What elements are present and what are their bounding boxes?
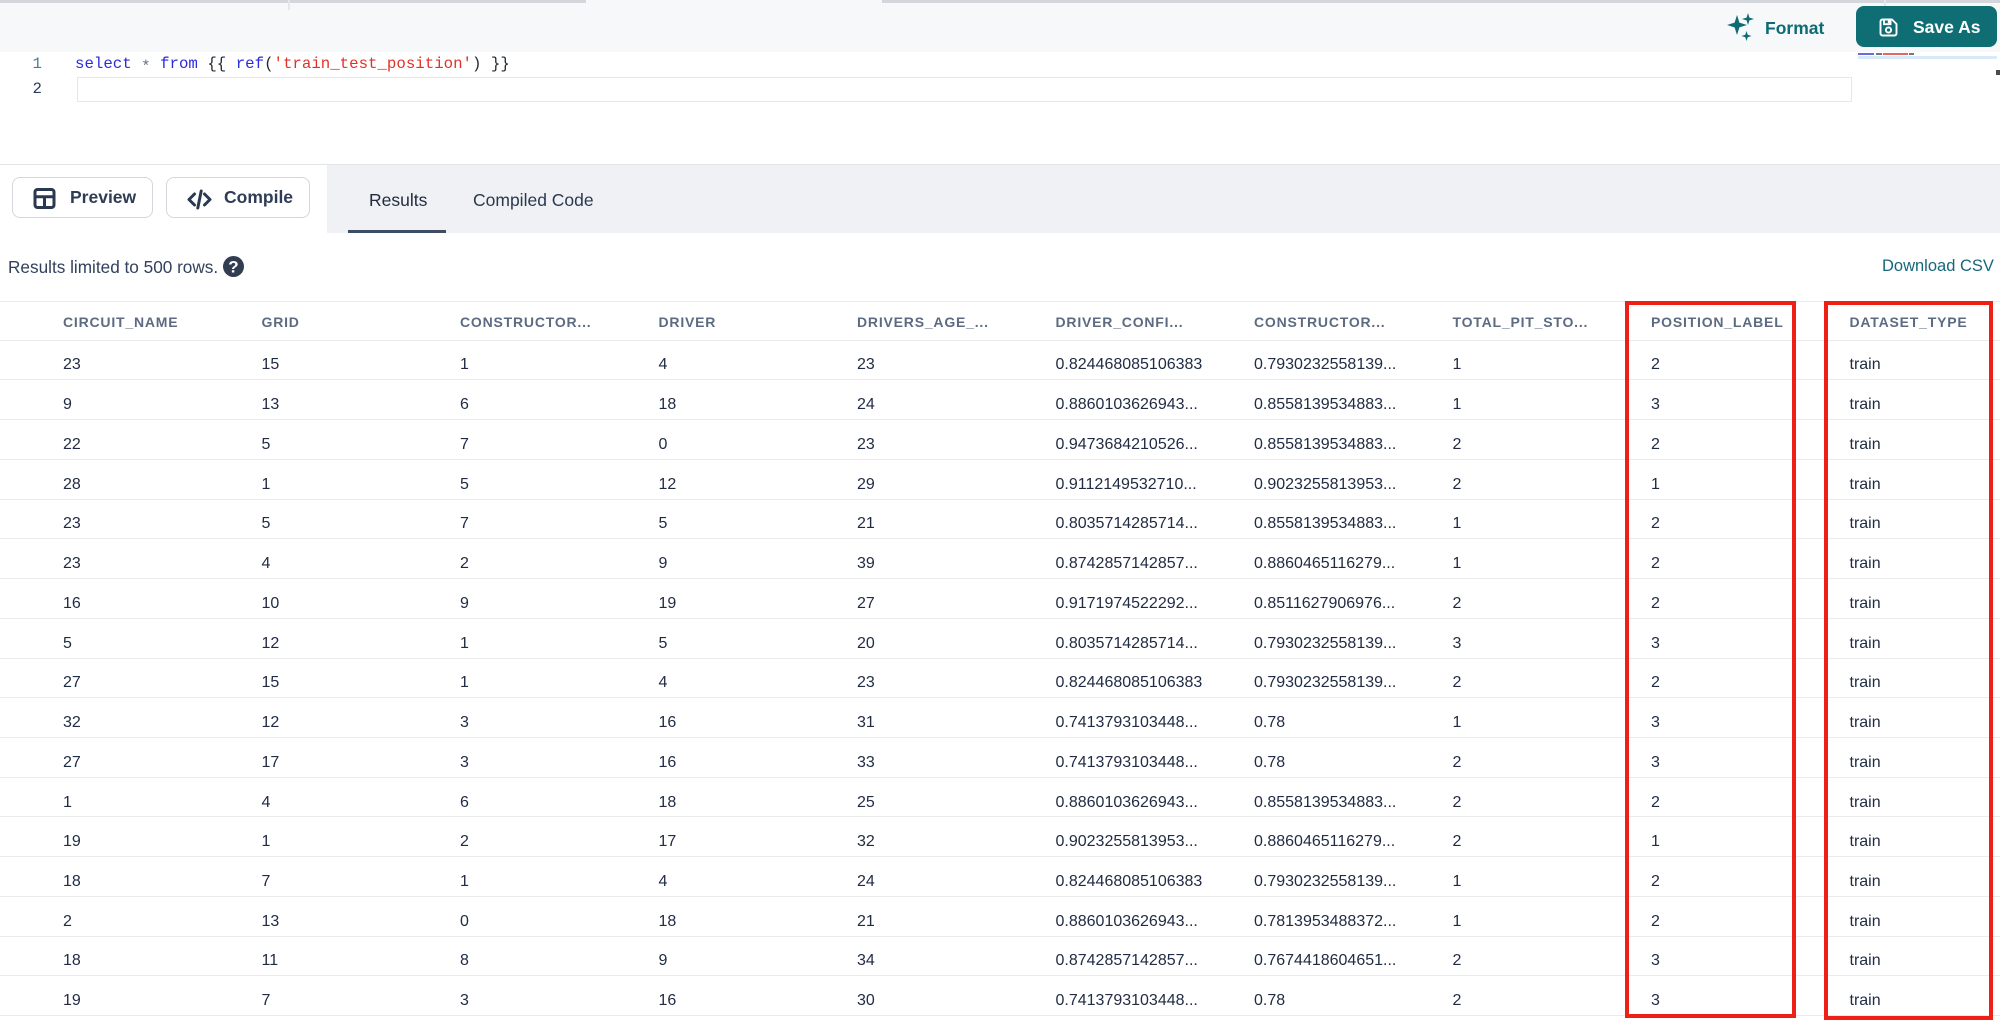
svg-text:?: ? <box>228 258 238 277</box>
